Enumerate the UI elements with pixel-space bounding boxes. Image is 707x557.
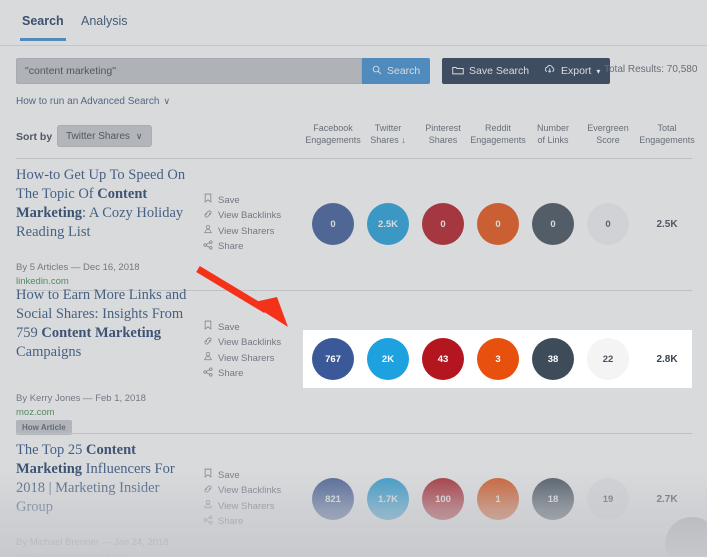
- action-share[interactable]: Share: [203, 239, 293, 256]
- row-divider: [16, 433, 692, 434]
- action-view-backlinks[interactable]: View Backlinks: [203, 484, 293, 500]
- column-header-line2: Engagements: [639, 135, 695, 145]
- result-metrics: 0 2.5K 0 0 0 0 2.5K: [0, 166, 707, 245]
- result-row: The Top 25 Content Marketing Influencers…: [0, 441, 707, 557]
- column-header-line1: Total: [657, 123, 677, 133]
- export-button[interactable]: Export ▾: [534, 58, 611, 84]
- page-content: Search Analysis Search Save Search: [0, 0, 707, 557]
- chevron-down-icon: ▾: [596, 66, 601, 76]
- metric-bubble-number-of-links[interactable]: 38: [532, 338, 574, 380]
- column-header-evergreen[interactable]: Evergreen Score: [575, 122, 641, 146]
- person-icon: [203, 224, 213, 240]
- search-input[interactable]: [16, 58, 362, 84]
- action-label: View Backlinks: [218, 210, 282, 221]
- metric-total-engagements: 2.8K: [656, 353, 678, 365]
- result-row: How-to Get Up To Speed On The Topic Of C…: [0, 166, 707, 291]
- metric-bubble-twitter-shares[interactable]: 1.7K: [367, 478, 409, 520]
- metric-bubble-number-of-links[interactable]: 0: [532, 203, 574, 245]
- chevron-down-icon: ∨: [163, 96, 171, 106]
- action-share[interactable]: Share: [203, 514, 293, 531]
- link-icon: [203, 209, 213, 225]
- column-header-line2: Score: [596, 135, 620, 145]
- result-byline: By Kerry Jones — Feb 1, 2018: [16, 393, 146, 404]
- tab-search[interactable]: Search: [20, 14, 66, 41]
- save-search-button[interactable]: Save Search: [442, 58, 540, 84]
- cloud-download-icon: [544, 64, 556, 78]
- column-headers: Facebook Engagements Twitter Shares ↓ Pinter…: [0, 122, 707, 156]
- action-view-sharers[interactable]: View Sharers: [203, 224, 293, 240]
- column-header-total[interactable]: Total Engagements: [634, 122, 700, 146]
- share-nodes-icon: [203, 514, 213, 531]
- action-label: View Backlinks: [218, 485, 282, 496]
- metric-bubble-facebook-engagements[interactable]: 767: [312, 338, 354, 380]
- save-search-label: Save Search: [469, 65, 530, 77]
- search-icon: [372, 65, 382, 78]
- column-header-line1: Evergreen: [587, 123, 629, 133]
- highlighted-metrics-row: 767 2K 43 3 38 22 2.8K: [303, 330, 692, 388]
- share-nodes-icon: [203, 239, 213, 256]
- result-domain[interactable]: marketinginsidergroup.com: [16, 551, 216, 557]
- search-button[interactable]: Search: [362, 58, 431, 84]
- action-label: View Sharers: [218, 352, 275, 364]
- action-share[interactable]: Share: [203, 366, 293, 383]
- metric-bubble-pinterest-shares[interactable]: 43: [422, 338, 464, 380]
- metric-bubble-reddit-engagements[interactable]: 1: [477, 478, 519, 520]
- link-icon: [203, 484, 213, 500]
- metric-bubble-pinterest-shares[interactable]: 100: [422, 478, 464, 520]
- search-bar: Search Save Search Export ▾ Total Result…: [16, 58, 697, 84]
- annotation-arrow: [180, 255, 300, 340]
- action-view-backlinks[interactable]: View Backlinks: [203, 209, 293, 225]
- metric-bubble-facebook-engagements[interactable]: 821: [312, 478, 354, 520]
- metric-total-engagements: 2.7K: [656, 493, 678, 505]
- action-label: View Sharers: [218, 500, 275, 512]
- action-label: View Sharers: [218, 225, 275, 237]
- action-view-sharers[interactable]: View Sharers: [203, 499, 293, 515]
- person-icon: [203, 499, 213, 515]
- result-metrics: 7672K43338222.8K: [0, 286, 707, 372]
- metric-bubble-twitter-shares[interactable]: 2K: [367, 338, 409, 380]
- result-domain[interactable]: moz.com: [16, 407, 216, 418]
- metric-bubble-evergreen-score[interactable]: 22: [587, 338, 629, 380]
- result-metrics: 821 1.7K 100 1 18 19 2.7K: [0, 441, 707, 520]
- tab-bar: Search Analysis: [0, 14, 707, 46]
- action-label: Share: [218, 368, 244, 379]
- advanced-search-link[interactable]: How to run an Advanced Search ∨: [16, 96, 170, 107]
- tab-analysis[interactable]: Analysis: [79, 14, 130, 38]
- metric-bubble-twitter-shares[interactable]: 2.5K: [367, 203, 409, 245]
- metric-total-engagements: 2.5K: [656, 218, 678, 230]
- metric-bubble-reddit-engagements[interactable]: 0: [477, 203, 519, 245]
- app-window: Search Analysis Search Save Search: [0, 0, 707, 557]
- metric-bubble-pinterest-shares[interactable]: 0: [422, 203, 464, 245]
- result-byline: By Michael Brenner — Jan 24, 2018: [16, 537, 169, 548]
- header-divider: [16, 158, 692, 159]
- result-title-text: Campaigns: [16, 344, 82, 360]
- metric-bubble-facebook-engagements[interactable]: 0: [312, 203, 354, 245]
- action-label: Share: [218, 516, 244, 527]
- person-icon: [203, 351, 213, 367]
- metric-bubble-reddit-engagements[interactable]: 3: [477, 338, 519, 380]
- search-button-label: Search: [387, 65, 421, 77]
- action-label: Share: [218, 241, 244, 252]
- folder-icon: [452, 65, 464, 78]
- metric-bubble-evergreen-score[interactable]: 0: [587, 203, 629, 245]
- share-nodes-icon: [203, 366, 213, 383]
- total-results: Total Results: 70,580: [604, 64, 698, 75]
- export-label: Export: [561, 65, 592, 77]
- metric-bubble-evergreen-score[interactable]: 19: [587, 478, 629, 520]
- advanced-search-label: How to run an Advanced Search: [16, 96, 160, 107]
- action-view-sharers[interactable]: View Sharers: [203, 351, 293, 367]
- metric-bubble-number-of-links[interactable]: 18: [532, 478, 574, 520]
